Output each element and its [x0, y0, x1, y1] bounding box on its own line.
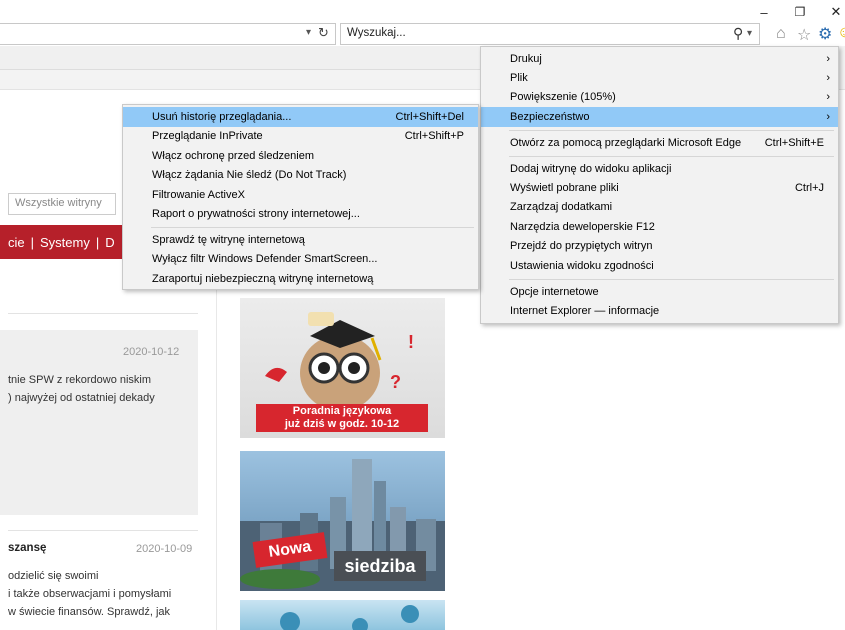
- new-headquarters-banner[interactable]: Nowa siedziba: [240, 451, 445, 591]
- svg-text:?: ?: [390, 372, 401, 392]
- menu-item-manage-addons[interactable]: Zarządzaj dodatkami: [481, 197, 838, 217]
- menu-item-do-not-track[interactable]: Włącz żądania Nie śledź (Do Not Track): [123, 165, 478, 185]
- nav-separator: |: [30, 234, 35, 250]
- nav-separator: |: [95, 234, 100, 250]
- menu-item-report-unsafe-site[interactable]: Zaraportuj niebezpieczną witrynę interne…: [123, 269, 478, 289]
- banner-caption-line: już dziś w godz. 10-12: [284, 418, 400, 430]
- menu-separator: [509, 130, 834, 131]
- tools-menu: Drukuj › Plik › Powiększenie (105%) › Bezpi…: [480, 46, 839, 324]
- menu-item-tracking-protection[interactable]: Włącz ochronę przed śledzeniem: [123, 146, 478, 166]
- menu-item-view-downloads[interactable]: Wyświetl pobrane pliki Ctrl+J: [481, 178, 838, 198]
- banner-caption: Poradnia językowa już dziś w godz. 10-12: [256, 404, 428, 432]
- menu-item-check-website[interactable]: Sprawdź tę witrynę internetową: [123, 230, 478, 250]
- tools-gear-icon[interactable]: ⚙: [818, 24, 832, 44]
- nav-item-systemy[interactable]: Systemy: [40, 235, 90, 250]
- menu-item-print[interactable]: Drukuj ›: [481, 49, 838, 69]
- menu-item-smartscreen[interactable]: Wyłącz filtr Windows Defender SmartScree…: [123, 249, 478, 269]
- menu-item-privacy-report[interactable]: Raport o prywatności strony internetowej…: [123, 204, 478, 224]
- home-icon[interactable]: ⌂: [776, 25, 786, 43]
- minimize-button[interactable]: –: [746, 0, 782, 24]
- menu-item-pinned-sites[interactable]: Przejdź do przypiętych witryn: [481, 236, 838, 256]
- article-snippet-line: i także obserwacjami i pomysłami: [8, 588, 172, 600]
- close-button[interactable]: ✕: [818, 0, 845, 24]
- menu-separator: [151, 227, 474, 228]
- menu-item-inprivate[interactable]: Przeglądanie InPrivate Ctrl+Shift+P: [123, 126, 478, 146]
- nav-item-partial[interactable]: cie: [8, 235, 25, 250]
- menu-item-open-in-edge[interactable]: Otwórz za pomocą przeglądarki Microsoft …: [481, 133, 838, 153]
- menu-item-f12-dev-tools[interactable]: Narzędzia deweloperskie F12: [481, 217, 838, 237]
- menu-item-zoom[interactable]: Powiększenie (105%) ›: [481, 87, 838, 107]
- article-snippet-line: w świecie finansów. Sprawdź, jak: [8, 606, 171, 618]
- security-submenu: Usuń historię przeglądania... Ctrl+Shift+…: [122, 104, 479, 290]
- banner-caption-line: Poradnia językowa: [292, 405, 392, 417]
- article-snippet-line: tnie SPW z rekordowo niskim: [8, 374, 152, 386]
- search-placeholder: Wyszukaj...: [347, 27, 406, 39]
- divider: [8, 530, 198, 531]
- menu-item-file[interactable]: Plik ›: [481, 68, 838, 88]
- menu-separator: [509, 156, 834, 157]
- language-clinic-banner[interactable]: ? ! Poradnia językowa już dziś w godz. 1…: [240, 298, 445, 438]
- menu-item-add-site-to-apps[interactable]: Dodaj witrynę do widoku aplikacji: [481, 159, 838, 179]
- menu-item-compatibility-view[interactable]: Ustawienia widoku zgodności: [481, 256, 838, 276]
- article-date: 2020-10-09: [136, 543, 193, 555]
- menu-item-internet-options[interactable]: Opcje internetowe: [481, 282, 838, 302]
- search-dropdown-icon[interactable]: ▾: [747, 28, 752, 39]
- partial-banner[interactable]: [240, 600, 445, 630]
- svg-text:!: !: [408, 332, 414, 352]
- search-box[interactable]: Wyszukaj... ⚲ ▾: [340, 23, 760, 45]
- menu-item-activex-filtering[interactable]: Filtrowanie ActiveX: [123, 185, 478, 205]
- menu-item-about-ie[interactable]: Internet Explorer — informacje: [481, 301, 838, 321]
- article-title[interactable]: szansę: [8, 542, 46, 554]
- address-dropdown-icon[interactable]: ▾: [306, 27, 311, 38]
- ie-window: { "window": { "minimize": "–", "restore"…: [0, 0, 845, 630]
- smiley-icon[interactable]: ☺: [837, 24, 845, 42]
- article-snippet-line: odzielić się swoimi: [8, 570, 99, 582]
- address-bar[interactable]: ▾ ↻: [0, 23, 336, 45]
- site-selector[interactable]: Wszystkie witryny: [8, 193, 116, 215]
- column-divider: [216, 288, 217, 630]
- search-icon[interactable]: ⚲: [733, 25, 743, 42]
- site-nav-bar: cie | Systemy | D: [0, 225, 140, 259]
- divider: [8, 313, 198, 314]
- article-snippet-line: ) najwyżej od ostatniej dekady: [8, 392, 155, 404]
- article-date: 2020-10-12: [123, 346, 180, 358]
- menu-item-security[interactable]: Bezpieczeństwo ›: [481, 107, 838, 127]
- favorites-icon[interactable]: ☆: [797, 25, 811, 45]
- menu-item-delete-browsing-history[interactable]: Usuń historię przeglądania... Ctrl+Shift+…: [123, 107, 478, 127]
- article-card[interactable]: 2020-10-12 tnie SPW z rekordowo niskim )…: [0, 330, 198, 515]
- refresh-icon[interactable]: ↻: [318, 25, 329, 41]
- restore-button[interactable]: ❐: [782, 0, 818, 24]
- virus-illustration: [280, 605, 419, 630]
- menu-separator: [509, 279, 834, 280]
- active-tab[interactable]: [0, 46, 480, 70]
- nav-item-partial[interactable]: D: [105, 235, 114, 250]
- banner-word-siedziba: siedziba: [334, 551, 426, 581]
